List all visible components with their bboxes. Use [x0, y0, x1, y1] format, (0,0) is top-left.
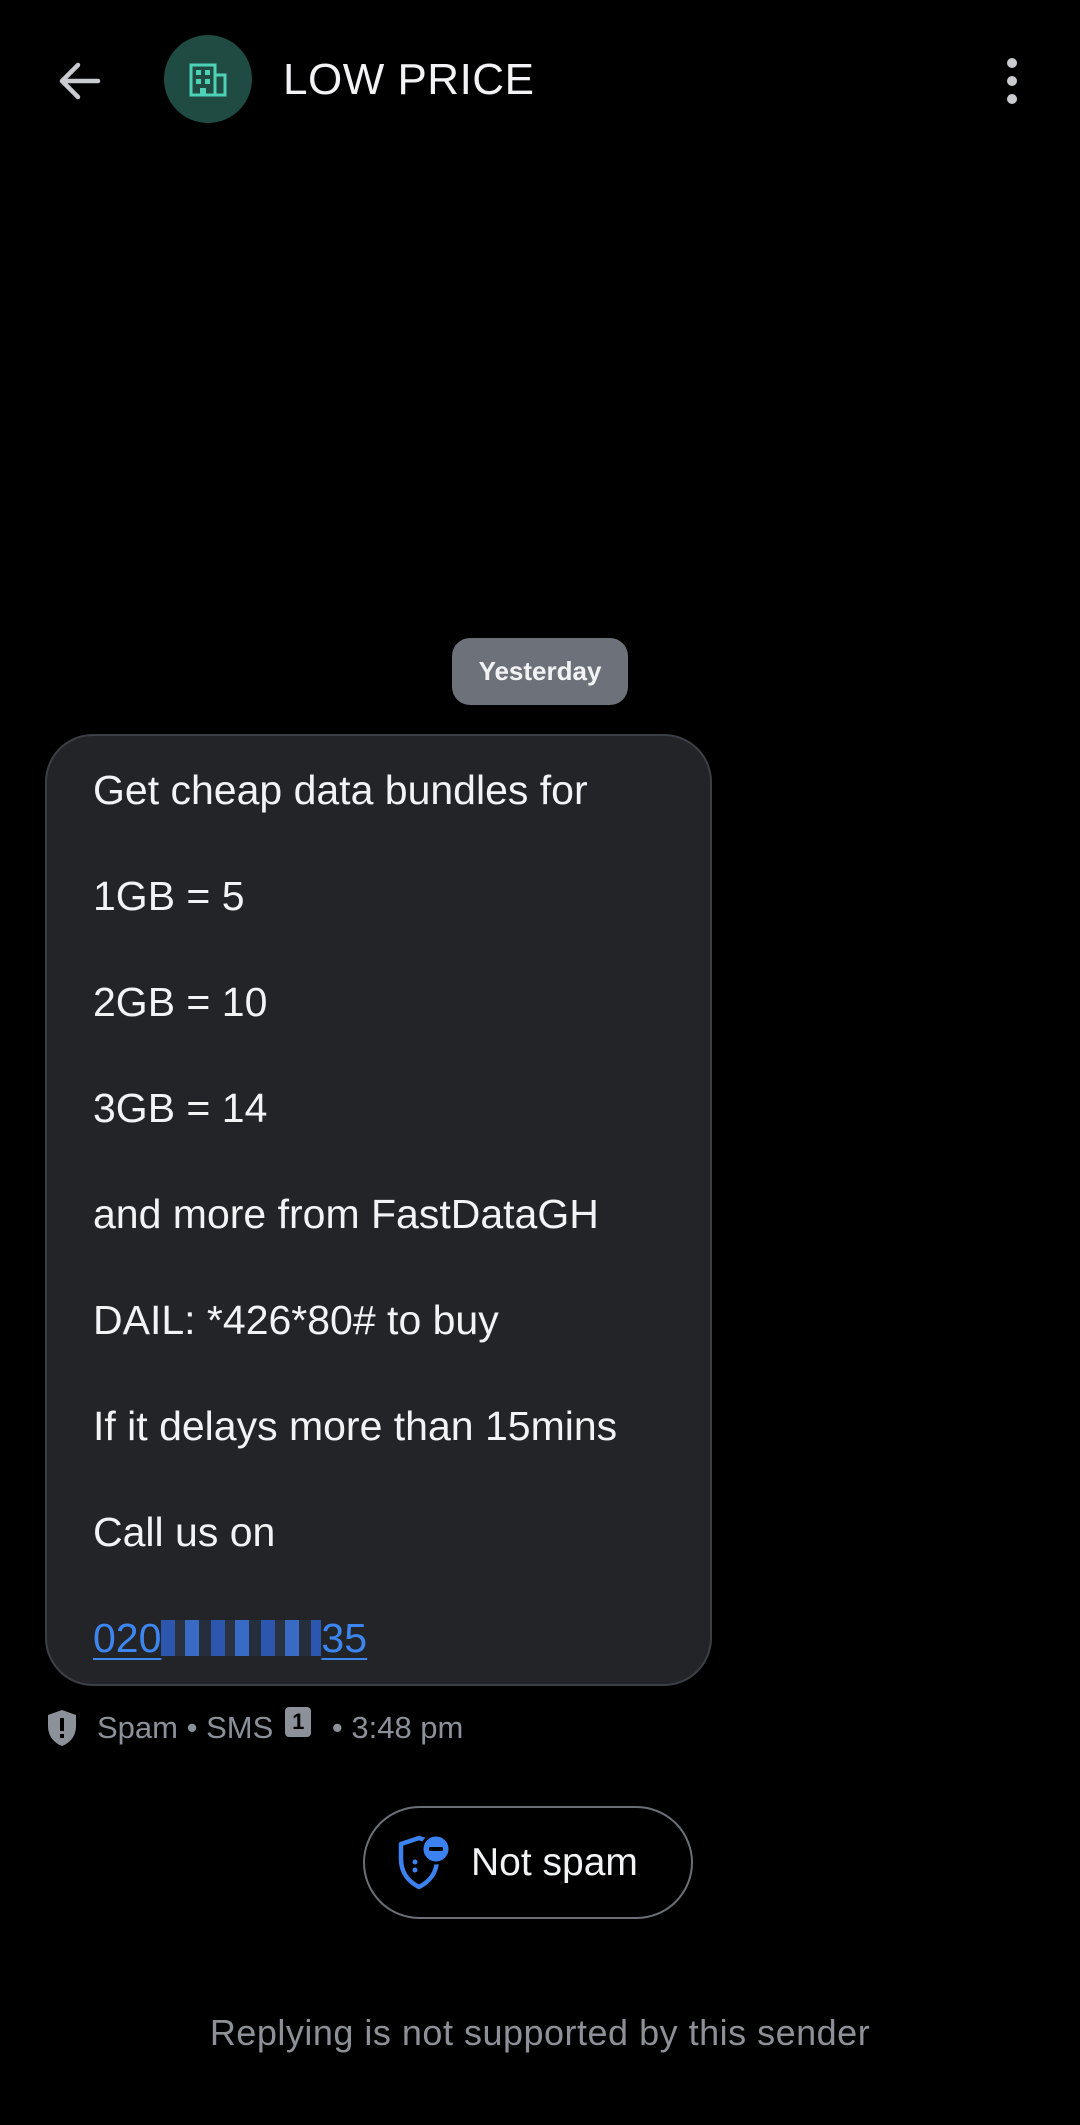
sim-card-icon: 1: [285, 1707, 312, 1737]
not-spam-button[interactable]: Not spam: [363, 1806, 693, 1919]
reply-unsupported-notice: Replying is not supported by this sender: [209, 2012, 871, 2053]
app-bar: LOW PRICE: [0, 0, 1080, 160]
redacted-digits: [161, 1620, 322, 1656]
more-vertical-icon: [1007, 58, 1017, 104]
message-type: SMS: [206, 1710, 274, 1745]
building-icon: [189, 63, 227, 97]
arrow-left-icon: [59, 62, 101, 100]
message-time: 3:48 pm: [351, 1710, 464, 1745]
message-info: Spam • SMS 1 • 3:48 pm: [45, 1706, 463, 1750]
message-line: 2GB = 10: [93, 979, 268, 1025]
phone-number-link[interactable]: 020 35: [93, 1613, 367, 1663]
message-line: Get cheap data bundles for: [93, 767, 588, 813]
more-options-button[interactable]: [990, 52, 1034, 110]
phone-suffix: 35: [321, 1615, 368, 1661]
spam-label: Spam: [97, 1710, 178, 1745]
phone-prefix: 020: [93, 1615, 162, 1661]
separator: •: [177, 1710, 207, 1745]
not-spam-label: Not spam: [471, 1840, 638, 1884]
message-line: Call us on: [93, 1509, 276, 1555]
date-divider: Yesterday: [452, 638, 628, 705]
shield-minus-icon: [398, 1833, 452, 1889]
message-bubble[interactable]: Get cheap data bundles for 1GB = 5 2GB =…: [45, 734, 712, 1686]
separator: •: [323, 1710, 352, 1745]
message-line: and more from FastDataGH: [93, 1191, 599, 1237]
back-button[interactable]: [50, 52, 108, 110]
contact-avatar[interactable]: [164, 35, 252, 123]
message-line: DAIL: *426*80# to buy: [93, 1297, 499, 1343]
message-line: 1GB = 5: [93, 873, 245, 919]
message-line: 3GB = 14: [93, 1085, 268, 1131]
message-line: If it delays more than 15mins: [93, 1403, 618, 1449]
shield-icon: [48, 1710, 76, 1746]
conversation-title[interactable]: LOW PRICE: [283, 52, 534, 108]
